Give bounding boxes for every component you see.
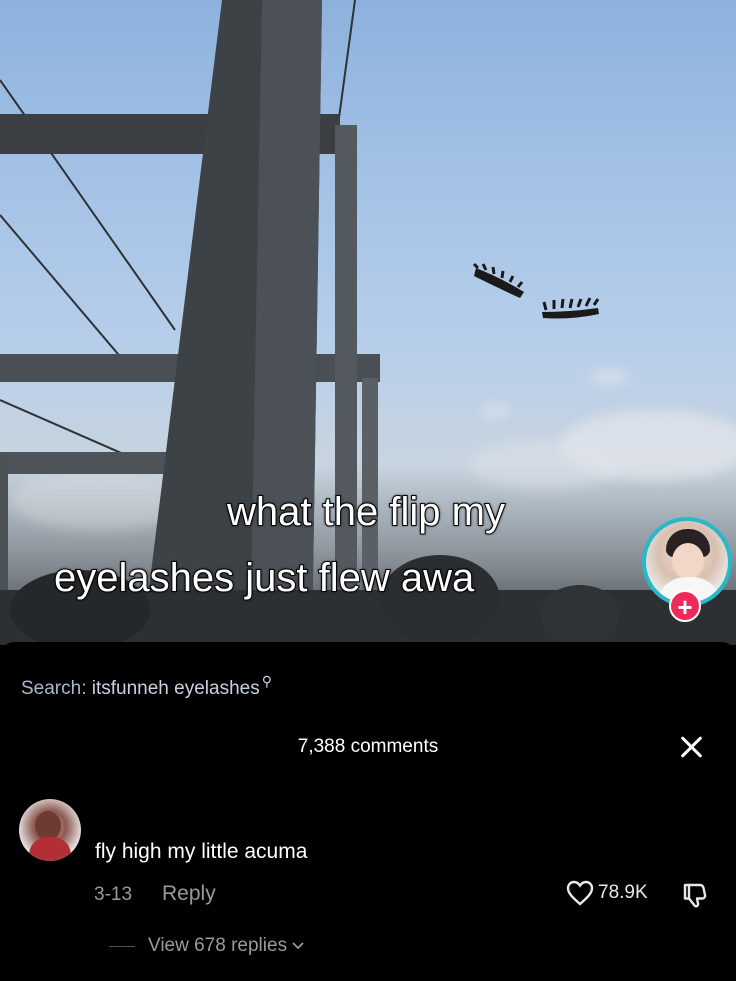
reply-button[interactable]: Reply [162,882,216,906]
scene-structures [0,0,736,645]
video-caption-line-2: eyelashes just flew awa [53,555,475,601]
search-icon: ⚲ [261,673,272,689]
commenter-avatar[interactable] [19,799,81,861]
avatar-face [672,543,704,579]
replies-divider [109,946,135,947]
search-prefix: Search: [21,678,87,699]
search-suggestion-link[interactable]: Search: itsfunneh eyelashes ⚲ [21,673,272,700]
view-replies-label: View 678 replies [148,935,288,956]
comment-date: 3-13 [94,884,133,905]
chevron-down-icon [292,942,304,950]
search-term: itsfunneh eyelashes [91,678,260,699]
eyelash-right [542,297,600,319]
video-player[interactable]: what the flip my eyelashes just flew awa [0,0,736,645]
dislike-button[interactable] [680,880,710,910]
thumbs-down-icon [683,883,707,908]
like-count: 78.9K [598,882,648,903]
like-button[interactable]: 78.9K [566,880,648,906]
comment-text: fly high my little acuma [95,840,308,863]
eyelash-left [472,262,524,298]
avatar-shirt [29,837,71,861]
video-caption-line-1: what the flip my [226,489,506,535]
view-replies-button[interactable]: View 678 replies [148,935,305,957]
heart-icon [566,880,594,906]
comment-count: 7,388 comments [297,736,439,757]
close-icon[interactable] [676,731,708,763]
follow-plus-button[interactable]: + [669,590,701,622]
